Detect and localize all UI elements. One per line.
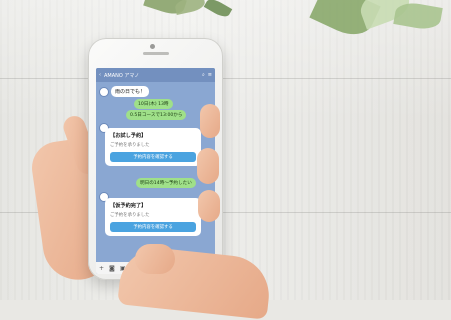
plant-leaf xyxy=(393,0,443,32)
card-title: 【仮予約完了】 xyxy=(110,203,147,209)
confirm-button[interactable]: 予約内容を確認する xyxy=(110,222,196,232)
right-finger xyxy=(198,190,220,222)
right-finger xyxy=(197,148,219,184)
outgoing-message: 0.5日コースで13:00から xyxy=(126,110,187,120)
card-description: ご予約を承りました xyxy=(110,213,150,218)
plus-icon[interactable]: + xyxy=(99,265,104,272)
bottom-thumb xyxy=(135,244,175,274)
back-icon[interactable]: ‹ xyxy=(99,72,101,78)
front-camera xyxy=(150,44,155,49)
message-bubble: 明日の14時〜予約したい xyxy=(136,178,196,188)
message-bubble: 雨の日でも！ xyxy=(111,86,150,97)
speaker-grille xyxy=(143,52,169,55)
outgoing-message: 明日の14時〜予約したい xyxy=(136,178,196,188)
message-bubble: 0.5日コースで13:00から xyxy=(126,110,187,120)
right-finger xyxy=(200,104,220,138)
avatar xyxy=(99,86,109,97)
chat-header: ‹ AMANO アマノ ⌕ ≡ xyxy=(96,68,215,82)
reservation-card: 【仮予約完了】 ご予約を承りました 予約内容を確認する xyxy=(105,198,201,236)
plant-leaf xyxy=(173,0,207,15)
reservation-card: 【お試し予約】 ご予約を承りました 予約内容を確認する xyxy=(105,128,201,166)
camera-icon[interactable]: ◙ xyxy=(109,265,115,272)
chat-title: AMANO アマノ xyxy=(104,72,140,79)
card-description: ご予約を承りました xyxy=(110,143,150,148)
incoming-message: 雨の日でも！ xyxy=(99,86,150,97)
confirm-button[interactable]: 予約内容を確認する xyxy=(110,152,196,162)
outgoing-message: 10日(木) 13時 xyxy=(134,99,173,109)
message-bubble: 10日(木) 13時 xyxy=(134,99,173,109)
search-icon[interactable]: ⌕ xyxy=(202,72,205,78)
wood-seam xyxy=(0,78,451,79)
menu-icon[interactable]: ≡ xyxy=(208,72,212,78)
plant-leaf xyxy=(203,0,233,20)
card-title: 【お試し予約】 xyxy=(110,133,147,139)
